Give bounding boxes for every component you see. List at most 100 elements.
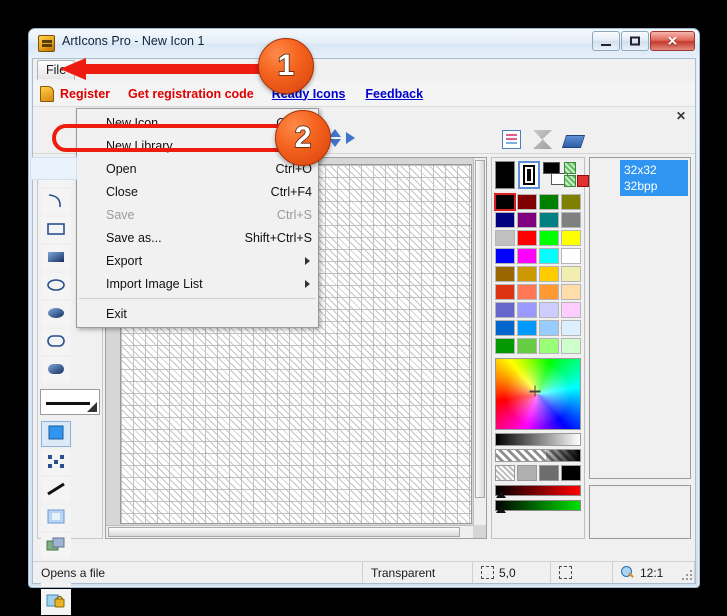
palette-swatch[interactable] [494, 193, 516, 211]
palette-swatch[interactable] [517, 320, 537, 336]
close-nagbar-icon[interactable]: ✕ [676, 109, 686, 123]
line-width-selector[interactable] [40, 389, 100, 415]
rounded-rect-outline-tool[interactable] [41, 329, 71, 355]
palette-swatch[interactable] [539, 302, 559, 318]
rectangle-outline-tool[interactable] [41, 217, 71, 243]
palette-swatch[interactable] [517, 194, 537, 210]
palette-swatch[interactable] [539, 338, 559, 354]
ready-icons-link[interactable]: Ready Icons [272, 87, 346, 101]
green-channel-slider[interactable] [495, 500, 581, 513]
palette-swatch[interactable] [561, 230, 581, 246]
palette-swatch[interactable] [517, 338, 537, 354]
menu-item-save-as[interactable]: Save as... Shift+Ctrl+S [77, 226, 318, 249]
palette-swatch[interactable] [561, 266, 581, 282]
canvas-vertical-scrollbar[interactable] [473, 158, 486, 525]
slider-marker-icon[interactable] [496, 491, 506, 498]
menu-item-open[interactable]: Open Ctrl+O [30, 157, 318, 180]
palette-swatch[interactable] [495, 266, 515, 282]
menu-item-exit[interactable]: Exit [77, 302, 318, 325]
menu-item-new-icon[interactable]: New Icon Ctrl+N [77, 111, 318, 134]
palette-swatch[interactable] [495, 338, 515, 354]
transparency-icon[interactable] [533, 130, 552, 149]
opacity-slider[interactable] [495, 449, 581, 462]
palette-swatch[interactable] [539, 230, 559, 246]
menu-file[interactable]: File [37, 60, 76, 80]
blur-tool[interactable] [41, 505, 71, 531]
foreground-color-swatch[interactable] [495, 161, 516, 189]
scatter-tool[interactable] [41, 449, 71, 475]
palette-swatch[interactable] [495, 302, 515, 318]
get-registration-code-link[interactable]: Get registration code [128, 87, 254, 101]
line-tool[interactable] [41, 477, 71, 503]
file-dropdown-menu[interactable]: New Icon Ctrl+N New Library Ctrl+L Open Ctrl+… [30, 108, 319, 328]
palette-swatch[interactable] [561, 248, 581, 264]
palette-swatch[interactable] [561, 212, 581, 228]
palette-swatch[interactable] [517, 248, 537, 264]
menu-help[interactable]: Help [263, 60, 307, 80]
palette-swatch[interactable] [495, 230, 515, 246]
red-channel-slider[interactable] [495, 485, 581, 498]
menu-view[interactable]: View [218, 60, 263, 80]
palette-swatch[interactable] [539, 248, 559, 264]
palette-swatch[interactable] [517, 284, 537, 300]
minimize-button[interactable] [592, 31, 620, 51]
palette-swatch[interactable] [539, 194, 559, 210]
arrow-right-icon[interactable] [346, 132, 355, 144]
register-link[interactable]: Register [60, 87, 110, 101]
resize-grip[interactable] [680, 568, 692, 580]
ellipse-outline-tool[interactable] [41, 273, 71, 299]
arc-tool[interactable] [41, 189, 71, 215]
palette-swatch[interactable] [495, 212, 515, 228]
layer-front-tool[interactable] [41, 533, 71, 559]
document-icon[interactable] [502, 130, 521, 149]
palette-swatch[interactable] [495, 248, 515, 264]
rounded-rect-filled-tool[interactable] [41, 357, 71, 383]
slider-marker-icon[interactable] [496, 506, 506, 513]
scrollbar-thumb[interactable] [108, 527, 461, 537]
palette-swatch[interactable] [539, 284, 559, 300]
swap-colors-icon[interactable] [542, 161, 568, 189]
palette-swatch[interactable] [495, 320, 515, 336]
image-list-item[interactable]: 32x32 32bpp [620, 160, 688, 196]
canvas-horizontal-scrollbar[interactable] [106, 525, 473, 538]
layers-icon[interactable] [561, 134, 586, 148]
rectangle-filled-tool[interactable] [41, 245, 71, 271]
menu-tools[interactable]: Tools [115, 60, 162, 80]
ellipse-filled-tool[interactable] [41, 301, 71, 327]
menu-item-new-library[interactable]: New Library Ctrl+L [77, 134, 318, 157]
menu-item-close[interactable]: Close Ctrl+F4 [77, 180, 318, 203]
pattern-swatch[interactable] [517, 465, 537, 481]
pattern-swatch[interactable] [561, 465, 581, 481]
close-button[interactable]: ✕ [650, 31, 695, 51]
palette-swatch[interactable] [561, 194, 581, 210]
menu-edit[interactable]: Edit [75, 60, 115, 80]
hsv-color-picker[interactable] [495, 358, 581, 430]
palette-swatch[interactable] [561, 320, 581, 336]
transparent-color-icon[interactable] [563, 161, 589, 189]
pattern-swatch[interactable] [495, 465, 515, 481]
menu-item-import-image-list[interactable]: Import Image List [77, 272, 318, 295]
arrow-down-icon[interactable] [329, 139, 341, 147]
palette-swatch[interactable] [539, 266, 559, 282]
brightness-slider[interactable] [495, 433, 581, 446]
palette-swatch[interactable] [517, 266, 537, 282]
menu-item-export[interactable]: Export [77, 249, 318, 272]
palette-swatch[interactable] [561, 302, 581, 318]
palette-swatch[interactable] [495, 284, 515, 300]
image-list-panel[interactable]: 32x32 32bpp [589, 157, 691, 479]
fill-tool[interactable] [41, 421, 71, 447]
feedback-link[interactable]: Feedback [365, 87, 423, 101]
background-color-swatch[interactable] [518, 161, 540, 189]
image-preview-panel[interactable] [589, 485, 691, 539]
arrow-up-icon[interactable] [329, 129, 341, 137]
lock-color-tool[interactable] [41, 589, 71, 615]
menu-effects[interactable]: Effects [162, 60, 218, 80]
palette-swatch[interactable] [539, 212, 559, 228]
palette-swatch[interactable] [561, 284, 581, 300]
title-bar[interactable]: ArtIcons Pro - New Icon 1 ✕ [29, 29, 699, 58]
maximize-button[interactable] [621, 31, 649, 51]
pattern-swatch[interactable] [539, 465, 559, 481]
palette-swatch[interactable] [561, 338, 581, 354]
scrollbar-thumb[interactable] [475, 160, 485, 498]
palette-swatch[interactable] [517, 230, 537, 246]
